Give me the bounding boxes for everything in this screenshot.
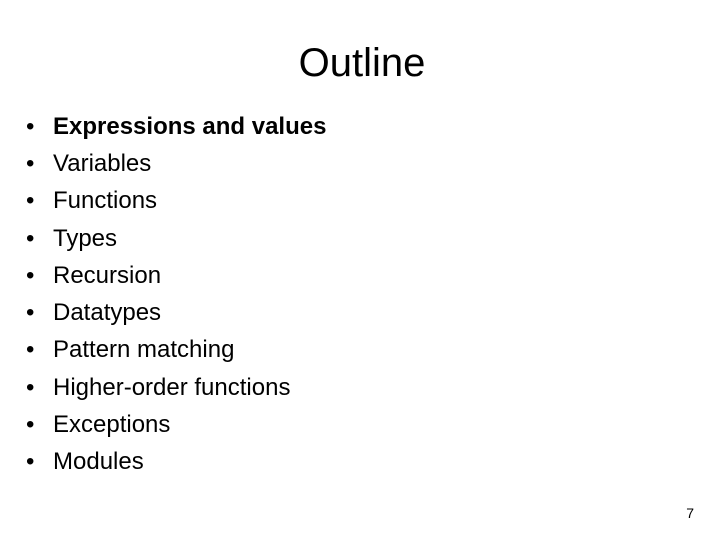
outline-item-label: Datatypes bbox=[53, 299, 162, 327]
bullet-icon: • bbox=[26, 448, 35, 476]
outline-item-pattern-matching: • Pattern matching bbox=[26, 332, 326, 369]
page-number: 7 bbox=[686, 505, 694, 521]
outline-item-label: Exceptions bbox=[53, 411, 171, 439]
outline-item-higher-order-functions: • Higher-order functions bbox=[26, 369, 326, 406]
bullet-icon: • bbox=[26, 299, 35, 327]
bullet-icon: • bbox=[26, 224, 35, 252]
outline-item-label: Recursion bbox=[53, 261, 162, 289]
outline-item-modules: • Modules bbox=[26, 444, 326, 481]
outline-item-label: Pattern matching bbox=[53, 336, 235, 364]
outline-item-functions: • Functions bbox=[26, 183, 326, 220]
bullet-icon: • bbox=[26, 187, 35, 215]
outline-list: • Expressions and values • Variables • F… bbox=[26, 108, 326, 481]
outline-item-recursion: • Recursion bbox=[26, 257, 326, 294]
outline-item-label: Functions bbox=[53, 187, 158, 215]
bullet-icon: • bbox=[26, 373, 35, 401]
outline-item-label: Variables bbox=[53, 149, 152, 177]
outline-item-exceptions: • Exceptions bbox=[26, 406, 326, 443]
outline-item-label: Modules bbox=[53, 448, 144, 476]
bullet-icon: • bbox=[26, 112, 35, 140]
bullet-icon: • bbox=[26, 261, 35, 289]
outline-item-label: Higher-order functions bbox=[53, 373, 291, 401]
outline-item-label: Expressions and values bbox=[53, 112, 327, 140]
outline-item-types: • Types bbox=[26, 220, 326, 257]
outline-item-variables: • Variables bbox=[26, 145, 326, 182]
bullet-icon: • bbox=[26, 149, 35, 177]
bullet-icon: • bbox=[26, 336, 35, 364]
slide-title: Outline bbox=[298, 41, 426, 85]
outline-item-label: Types bbox=[53, 224, 118, 252]
outline-item-datatypes: • Datatypes bbox=[26, 294, 326, 331]
bullet-icon: • bbox=[26, 411, 35, 439]
outline-item-expressions-and-values: • Expressions and values bbox=[26, 108, 326, 145]
